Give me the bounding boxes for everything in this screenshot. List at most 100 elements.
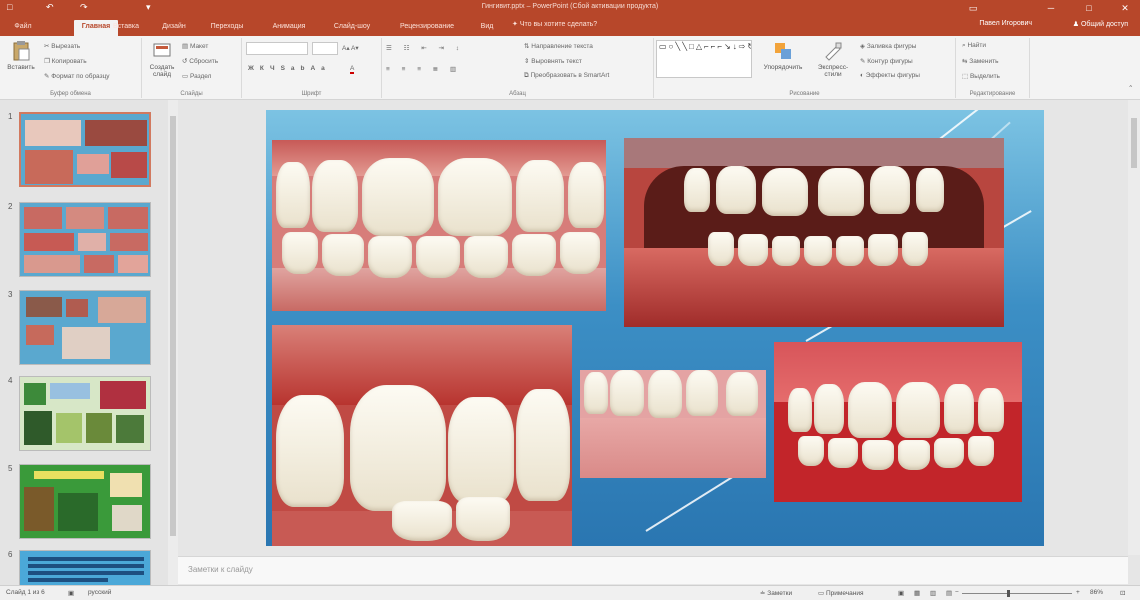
tab-6[interactable]: Слайд-шоу xyxy=(321,20,383,36)
layout-button[interactable]: ▤ Макет xyxy=(182,42,208,50)
zoom-slider-thumb[interactable] xyxy=(1007,590,1011,597)
collapse-ribbon-icon[interactable]: ⌃ xyxy=(1128,84,1133,92)
reset-button[interactable]: ↺ Сбросить xyxy=(182,57,218,65)
font-size-box[interactable] xyxy=(312,42,338,55)
font-group: A▴ A▾ ЖКЧSabAa A Шрифт xyxy=(242,38,382,98)
select-button[interactable]: ⬚ Выделить xyxy=(962,72,1000,80)
copy-icon: ❐ xyxy=(44,58,52,65)
zoom-slider[interactable] xyxy=(962,590,1072,597)
slide-thumbnail-1[interactable] xyxy=(19,112,151,187)
paint-bucket-icon: ◈ xyxy=(860,43,867,50)
photo-teeth-5[interactable] xyxy=(774,342,1022,502)
new-slide-label: Создать слайд xyxy=(149,64,175,78)
shape-outline-button[interactable]: ✎ Контур фигуры xyxy=(860,57,913,65)
tab-8[interactable]: Вид xyxy=(472,20,502,36)
thumbnails-scrollbar[interactable] xyxy=(168,100,178,585)
canvas-scrollbar[interactable] xyxy=(1128,100,1140,555)
tab-4[interactable]: Переходы xyxy=(200,20,254,36)
font-color-button[interactable]: A xyxy=(350,65,355,74)
photo-teeth-4[interactable] xyxy=(580,370,766,478)
slide-thumbnail-2[interactable] xyxy=(19,202,151,277)
tab-0[interactable]: Файл xyxy=(6,20,40,36)
photo-teeth-1[interactable] xyxy=(272,140,606,311)
slide-number: 6 xyxy=(8,550,13,559)
quick-styles-button[interactable]: Экспресс-стили xyxy=(810,40,856,78)
format-painter-button[interactable]: ✎ Формат по образцу xyxy=(44,72,110,80)
slide-number: 2 xyxy=(8,202,13,211)
format-painter-label: Формат по образцу xyxy=(51,73,110,80)
drawing-group-label: Рисование xyxy=(789,91,820,97)
photo-teeth-3[interactable] xyxy=(272,325,572,546)
maximize-button[interactable]: □ xyxy=(1078,1,1100,15)
minimize-button[interactable]: ─ xyxy=(1040,1,1062,15)
layout-icon: ▤ xyxy=(182,43,190,50)
slide-number: 3 xyxy=(8,290,13,299)
scroll-thumb[interactable] xyxy=(170,116,176,536)
tab-2[interactable]: Вставка xyxy=(104,20,148,36)
slide-sorter-icon[interactable]: ▦ xyxy=(914,589,920,597)
person-icon: ♟ xyxy=(1072,21,1081,28)
slide-thumbnail-3[interactable] xyxy=(19,290,151,365)
slide-number: 5 xyxy=(8,464,13,473)
close-button[interactable]: ✕ xyxy=(1114,1,1136,15)
cut-button[interactable]: ✂ Вырезать xyxy=(44,42,80,50)
list-buttons[interactable]: ☰ ☷ ⇤ ⇥ ↕ xyxy=(386,44,464,52)
align-text-button[interactable]: ⇕ Выровнять текст xyxy=(524,57,582,65)
user-account[interactable]: Павел Игорович xyxy=(979,20,1032,27)
replace-button[interactable]: ⇆ Заменить xyxy=(962,57,998,65)
notes-pane[interactable]: Заметки к слайду xyxy=(178,556,1128,584)
zoom-out-icon[interactable]: − xyxy=(955,589,959,596)
editing-group: ⌕ Найти ⇆ Заменить ⬚ Выделить Редактиров… xyxy=(956,38,1030,98)
tab-3[interactable]: Дизайн xyxy=(152,20,196,36)
share-label: Общий доступ xyxy=(1080,21,1128,28)
photo-teeth-2[interactable] xyxy=(624,138,1004,327)
normal-view-icon[interactable]: ▣ xyxy=(898,589,904,597)
paste-button[interactable]: Вставить xyxy=(2,40,40,71)
current-slide[interactable] xyxy=(266,110,1044,546)
find-button[interactable]: ⌕ Найти xyxy=(962,42,986,50)
shapes-gallery[interactable]: ▭○╲╲□△⌐⌐⌐↘↓⇨↻☆{} xyxy=(656,40,752,78)
tell-me-search[interactable]: ✦ Что вы хотите сделать? xyxy=(512,20,597,28)
copy-button[interactable]: ❐ Копировать xyxy=(44,57,87,65)
slide-thumbnails-pane: 1 2 3 4 5 6 xyxy=(0,100,168,585)
copy-label: Копировать xyxy=(51,58,87,65)
align-buttons[interactable]: ≡ ≡ ≡ ≣ ▥ xyxy=(386,65,461,73)
notes-toggle[interactable]: ≐ Заметки xyxy=(760,589,792,597)
section-button[interactable]: ▭ Раздел xyxy=(182,72,211,80)
slides-group-label: Слайды xyxy=(180,91,203,97)
paste-label: Вставить xyxy=(7,64,35,71)
fit-slide-icon[interactable]: ⊡ xyxy=(1120,589,1125,597)
smartart-button[interactable]: ⧉ Преобразовать в SmartArt xyxy=(524,72,609,80)
slide-thumbnail-4[interactable] xyxy=(19,376,151,451)
zoom-level[interactable]: 86% xyxy=(1090,589,1103,596)
slideshow-icon[interactable]: ▤ xyxy=(946,589,952,597)
scroll-thumb[interactable] xyxy=(1131,118,1137,168)
share-button[interactable]: ♟ Общий доступ xyxy=(1073,20,1128,28)
font-name-box[interactable] xyxy=(246,42,308,55)
text-direction-label: Направление текста xyxy=(531,43,593,50)
format-buttons[interactable]: ЖКЧSabAa xyxy=(248,65,331,72)
slide-thumbnail-6[interactable] xyxy=(19,550,151,585)
title-bar: □ ↶ ↷ ▾ Гингивит.pptx – PowerPoint (Сбой… xyxy=(0,0,1140,17)
section-label: Раздел xyxy=(189,73,212,80)
slide-counter: Слайд 1 из 6 xyxy=(6,589,45,596)
slide-thumbnail-5[interactable] xyxy=(19,464,151,539)
language-indicator[interactable]: русский xyxy=(88,589,111,596)
spellcheck-icon[interactable]: ▣ xyxy=(68,589,74,597)
grow-font-button[interactable]: A▴ A▾ xyxy=(342,44,359,52)
replace-label: Заменить xyxy=(969,58,999,65)
zoom-in-icon[interactable]: + xyxy=(1076,589,1080,596)
tab-5[interactable]: Анимация xyxy=(262,20,316,36)
find-label: Найти xyxy=(967,42,987,49)
text-direction-button[interactable]: ⇅ Направление текста xyxy=(524,42,593,50)
arrange-button[interactable]: Упорядочить xyxy=(758,40,808,71)
new-slide-button[interactable]: Создать слайд xyxy=(144,40,180,78)
shape-effects-button[interactable]: ◐ Эффекты фигуры xyxy=(860,72,920,79)
tell-me-label: Что вы хотите сделать? xyxy=(519,21,598,28)
comments-toggle[interactable]: ▭ Примечания xyxy=(818,589,863,597)
ribbon-display-options-icon[interactable]: ▭ xyxy=(962,1,984,15)
shape-fill-button[interactable]: ◈ Заливка фигуры xyxy=(860,42,916,50)
reading-view-icon[interactable]: ▥ xyxy=(930,589,936,597)
tab-7[interactable]: Рецензирование xyxy=(388,20,466,36)
slide-number: 4 xyxy=(8,376,13,385)
